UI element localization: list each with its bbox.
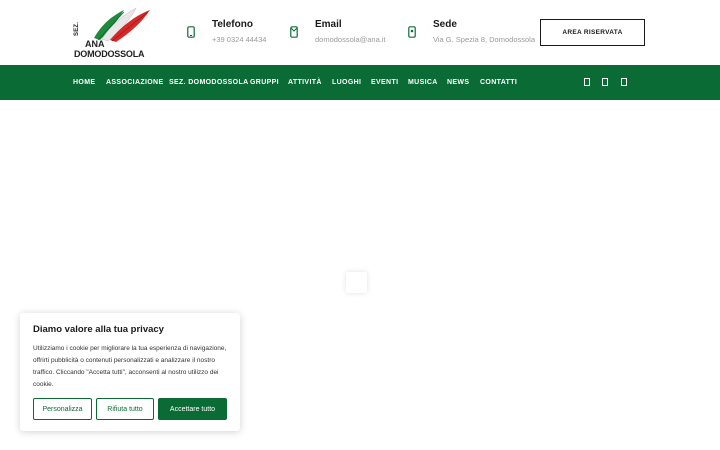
area-riservata-button[interactable]: AREA RISERVATA bbox=[540, 19, 645, 46]
instagram-icon[interactable] bbox=[601, 78, 609, 87]
envelope-icon bbox=[289, 26, 299, 40]
nav-item-contatti[interactable]: CONTATTI bbox=[480, 65, 517, 100]
nav-item-sez-domodossola[interactable]: SEZ. DOMODOSSOLA bbox=[169, 65, 249, 100]
contact-value: Via G. Spezia 8, Domodossola bbox=[433, 35, 536, 44]
contact-title: Sede bbox=[433, 19, 457, 30]
nav-item-attivita[interactable]: ATTIVITÀ bbox=[288, 65, 322, 100]
reject-all-button[interactable]: Rifiuta tutto bbox=[96, 398, 154, 420]
customize-button[interactable]: Personalizza bbox=[33, 398, 92, 420]
logo-sez: SEZ. bbox=[74, 21, 80, 36]
nav-item-home[interactable]: HOME bbox=[73, 65, 95, 100]
nav-item-gruppi[interactable]: GRUPPI bbox=[250, 65, 279, 100]
youtube-icon[interactable] bbox=[620, 78, 628, 87]
contact-sede: Sede Via G. Spezia 8, Domodossola bbox=[407, 19, 537, 49]
main-nav: HOME ASSOCIAZIONE SEZ. DOMODOSSOLA GRUPP… bbox=[0, 65, 720, 100]
accept-all-button[interactable]: Accettare tutto bbox=[158, 398, 227, 420]
facebook-icon[interactable] bbox=[583, 78, 591, 87]
loading-spinner bbox=[346, 272, 367, 293]
header-top: SEZ. ANA DOMODOSSOLA Telefono +39 0324 4… bbox=[0, 0, 720, 65]
nav-item-associazione[interactable]: ASSOCIAZIONE bbox=[106, 65, 163, 100]
map-pin-icon bbox=[407, 26, 417, 40]
page: SEZ. ANA DOMODOSSOLA Telefono +39 0324 4… bbox=[0, 0, 720, 450]
phone-icon bbox=[186, 26, 196, 40]
logo-ana: ANA bbox=[85, 39, 105, 49]
contact-title: Telefono bbox=[212, 19, 253, 30]
nav-item-musica[interactable]: MUSICA bbox=[408, 65, 438, 100]
cookie-description: Utilizziamo i cookie per migliorare la t… bbox=[33, 345, 227, 388]
contact-telefono: Telefono +39 0324 44434 bbox=[186, 19, 276, 49]
contact-title: Email bbox=[315, 19, 342, 30]
contact-email: Email domodossola@ana.it bbox=[289, 19, 399, 49]
logo-domodossola: DOMODOSSOLA bbox=[74, 49, 145, 59]
nav-item-eventi[interactable]: EVENTI bbox=[371, 65, 398, 100]
nav-item-news[interactable]: NEWS bbox=[447, 65, 469, 100]
contact-value[interactable]: domodossola@ana.it bbox=[315, 35, 386, 44]
cookie-title: Diamo valore alla tua privacy bbox=[33, 324, 164, 335]
cookie-consent-banner: Diamo valore alla tua privacy Utilizziam… bbox=[20, 313, 240, 431]
site-logo[interactable]: SEZ. ANA DOMODOSSOLA bbox=[72, 6, 154, 59]
contact-value[interactable]: +39 0324 44434 bbox=[212, 35, 266, 44]
nav-item-luoghi[interactable]: LUOGHI bbox=[332, 65, 361, 100]
logo-text: SEZ. ANA DOMODOSSOLA bbox=[72, 6, 154, 59]
